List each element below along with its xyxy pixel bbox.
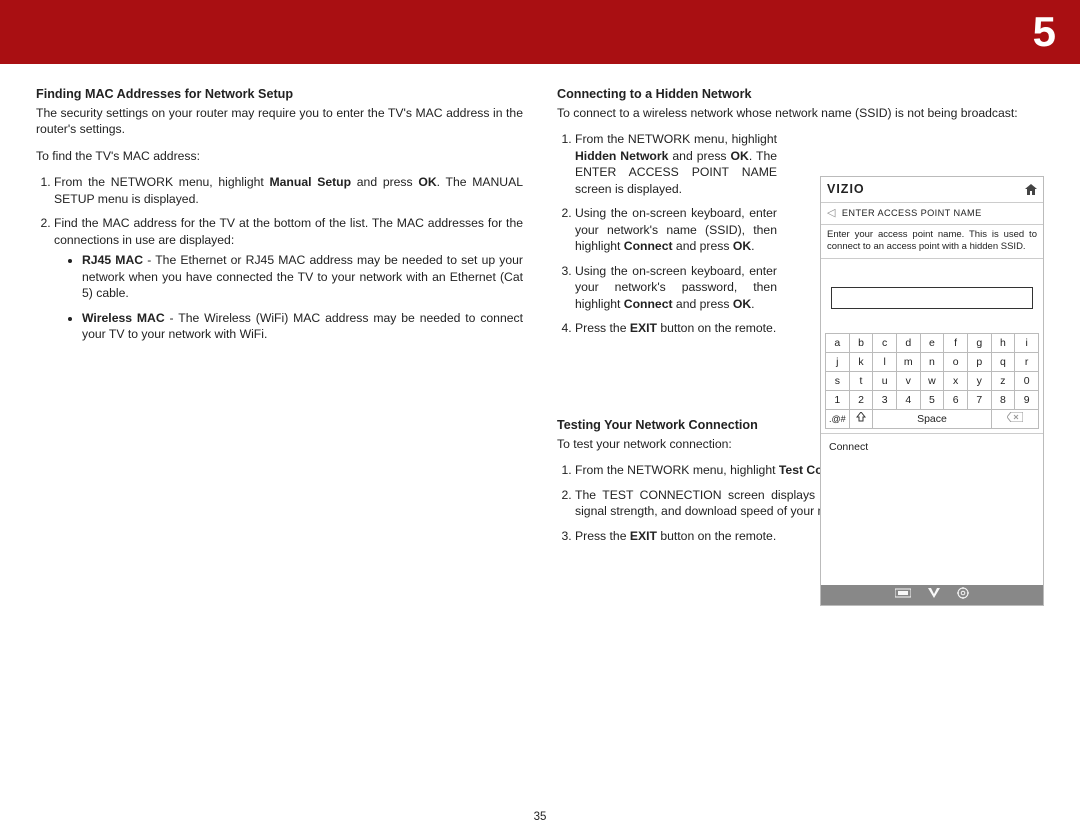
page-content: Finding MAC Addresses for Network Setup …: [36, 86, 1044, 810]
key-shift[interactable]: [849, 410, 873, 429]
hidden-step-2: Using the on-screen keyboard, enter your…: [575, 205, 777, 254]
key-space[interactable]: Space: [873, 410, 991, 429]
key-y[interactable]: y: [967, 372, 991, 391]
key-2[interactable]: 2: [849, 391, 873, 410]
home-icon[interactable]: [1025, 184, 1037, 195]
section-title-mac: Finding MAC Addresses for Network Setup: [36, 86, 523, 103]
key-3[interactable]: 3: [873, 391, 897, 410]
mac-steps: From the NETWORK menu, highlight Manual …: [36, 174, 523, 342]
mac-lead: To find the TV's MAC address:: [36, 148, 523, 164]
key-a[interactable]: a: [826, 334, 850, 353]
key-b[interactable]: b: [849, 334, 873, 353]
key-q[interactable]: q: [991, 353, 1015, 372]
backspace-icon: [1007, 412, 1023, 426]
kb-row-2: j k l m n o p q r: [826, 353, 1039, 372]
settings-gear-icon[interactable]: [957, 587, 969, 603]
key-z[interactable]: z: [991, 372, 1015, 391]
column-right: Connecting to a Hidden Network To connec…: [557, 86, 1044, 810]
panel-breadcrumb[interactable]: ◁ ENTER ACCESS POINT NAME: [821, 203, 1043, 225]
onscreen-keyboard: a b c d e f g h i j k l m: [821, 333, 1043, 433]
key-9[interactable]: 9: [1015, 391, 1039, 410]
mac-step-2: Find the MAC address for the TV at the b…: [54, 215, 523, 342]
mac-bullets: RJ45 MAC - The Ethernet or RJ45 MAC addr…: [54, 252, 523, 342]
key-l[interactable]: l: [873, 353, 897, 372]
key-g[interactable]: g: [967, 334, 991, 353]
hidden-steps-narrow: From the NETWORK menu, highlight Hidden …: [557, 131, 777, 336]
connect-button[interactable]: Connect: [821, 433, 1043, 460]
hidden-step-4: Press the EXIT button on the remote.: [575, 320, 777, 336]
key-c[interactable]: c: [873, 334, 897, 353]
shift-icon: [856, 412, 866, 426]
vizio-brand: VIZIO: [827, 181, 865, 198]
key-4[interactable]: 4: [896, 391, 920, 410]
hidden-steps: From the NETWORK menu, highlight Hidden …: [557, 131, 777, 336]
ssid-input[interactable]: [831, 287, 1033, 309]
key-t[interactable]: t: [849, 372, 873, 391]
key-i[interactable]: i: [1015, 334, 1039, 353]
panel-spacer: [821, 461, 1043, 585]
v-logo-icon[interactable]: [927, 588, 941, 602]
key-s[interactable]: s: [826, 372, 850, 391]
key-p[interactable]: p: [967, 353, 991, 372]
kb-row-1: a b c d e f g h i: [826, 334, 1039, 353]
key-v[interactable]: v: [896, 372, 920, 391]
key-backspace[interactable]: [991, 410, 1038, 429]
hidden-step-3: Using the on-screen keyboard, enter your…: [575, 263, 777, 312]
key-o[interactable]: o: [944, 353, 968, 372]
key-u[interactable]: u: [873, 372, 897, 391]
key-8[interactable]: 8: [991, 391, 1015, 410]
mac-intro: The security settings on your router may…: [36, 105, 523, 138]
chevron-left-icon: ◁: [827, 206, 836, 221]
key-h[interactable]: h: [991, 334, 1015, 353]
hidden-intro: To connect to a wireless network whose n…: [557, 105, 1044, 121]
key-n[interactable]: n: [920, 353, 944, 372]
column-left: Finding MAC Addresses for Network Setup …: [36, 86, 523, 810]
chapter-header: 5: [0, 0, 1080, 64]
mac-bullet-wireless: Wireless MAC - The Wireless (WiFi) MAC a…: [82, 310, 523, 343]
key-5[interactable]: 5: [920, 391, 944, 410]
kb-row-3: s t u v w x y z 0: [826, 372, 1039, 391]
kb-row-5: .@# Space: [826, 410, 1039, 429]
key-f[interactable]: f: [944, 334, 968, 353]
keyboard-grid: a b c d e f g h i j k l m: [825, 333, 1039, 429]
key-x[interactable]: x: [944, 372, 968, 391]
key-symbols[interactable]: .@#: [826, 410, 850, 429]
key-d[interactable]: d: [896, 334, 920, 353]
page-number: 35: [534, 810, 547, 826]
key-j[interactable]: j: [826, 353, 850, 372]
panel-header: VIZIO: [821, 177, 1043, 203]
hidden-step-1: From the NETWORK menu, highlight Hidden …: [575, 131, 777, 197]
key-7[interactable]: 7: [967, 391, 991, 410]
key-1[interactable]: 1: [826, 391, 850, 410]
kb-row-4: 1 2 3 4 5 6 7 8 9: [826, 391, 1039, 410]
panel-input-zone: [821, 259, 1043, 333]
key-k[interactable]: k: [849, 353, 873, 372]
section-title-hidden: Connecting to a Hidden Network: [557, 86, 1044, 103]
widescreen-icon[interactable]: [895, 588, 911, 602]
key-0[interactable]: 0: [1015, 372, 1039, 391]
panel-help-text: Enter your access point name. This is us…: [821, 225, 1043, 260]
panel-crumb-label: ENTER ACCESS POINT NAME: [842, 207, 982, 219]
key-m[interactable]: m: [896, 353, 920, 372]
key-r[interactable]: r: [1015, 353, 1039, 372]
mac-step-1: From the NETWORK menu, highlight Manual …: [54, 174, 523, 207]
key-w[interactable]: w: [920, 372, 944, 391]
mac-bullet-rj45: RJ45 MAC - The Ethernet or RJ45 MAC addr…: [82, 252, 523, 301]
vizio-screen-panel: VIZIO ◁ ENTER ACCESS POINT NAME Enter yo…: [820, 176, 1044, 606]
chapter-number: 5: [1033, 4, 1056, 61]
panel-bottom-bar: [821, 585, 1043, 605]
key-6[interactable]: 6: [944, 391, 968, 410]
key-e[interactable]: e: [920, 334, 944, 353]
